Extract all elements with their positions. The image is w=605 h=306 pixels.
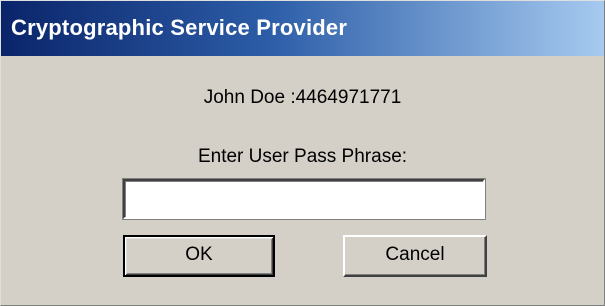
title-bar[interactable]: Cryptographic Service Provider [1, 1, 604, 56]
pass-phrase-prompt: Enter User Pass Phrase: [197, 146, 408, 167]
pass-phrase-input[interactable] [122, 178, 486, 220]
window-title: Cryptographic Service Provider [11, 15, 348, 40]
user-identity-label: John Doe :4464971771 [203, 87, 402, 108]
csp-dialog: Cryptographic Service Provider John Doe … [0, 0, 605, 306]
ok-button[interactable]: OK [123, 235, 275, 277]
cancel-button[interactable]: Cancel [343, 235, 487, 277]
